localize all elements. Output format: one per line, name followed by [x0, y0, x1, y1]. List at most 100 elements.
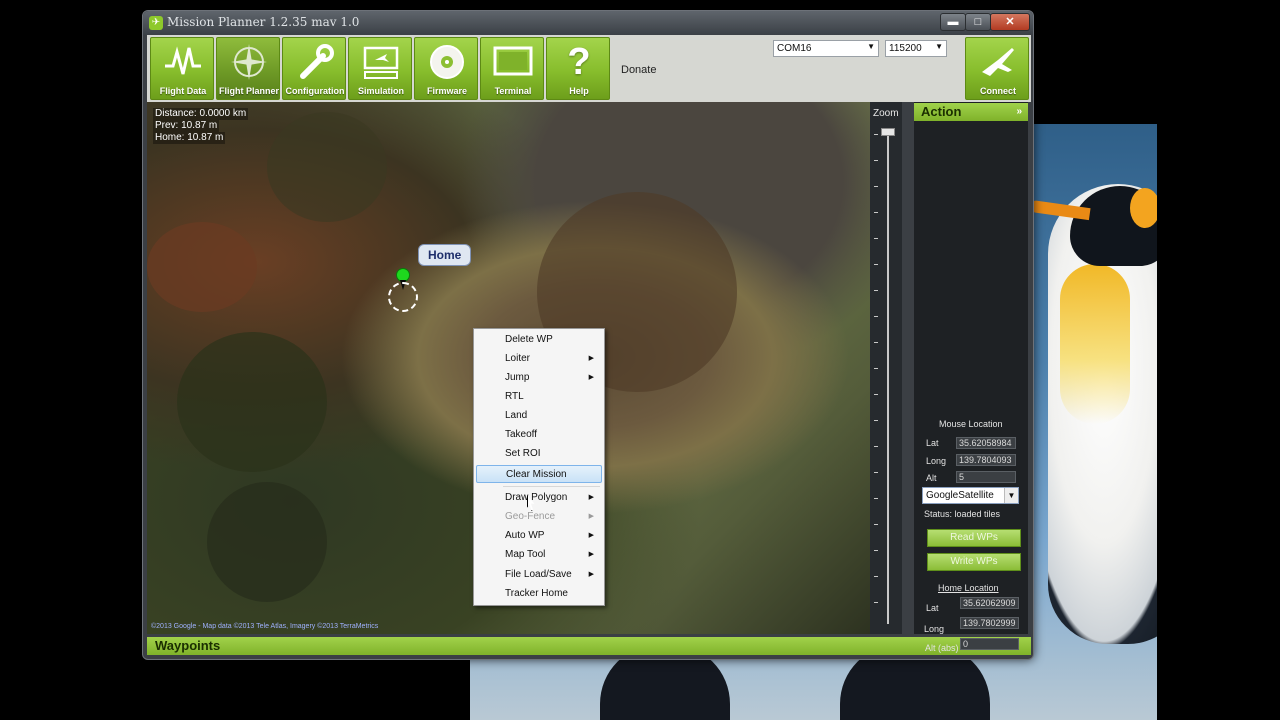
menu-item-map-tool[interactable]: Map Tool ▶ — [476, 546, 602, 564]
map-copyright: ©2013 Google - Map data ©2013 Tele Atlas… — [151, 623, 379, 630]
connect-button[interactable]: Connect — [965, 37, 1029, 100]
map-foliage — [207, 482, 327, 602]
compass-icon — [229, 42, 269, 82]
submenu-arrow-icon: ▶ — [588, 551, 594, 558]
menu-item-takeoff[interactable]: Takeoff — [476, 426, 602, 444]
minimize-button[interactable]: ▬ — [940, 13, 966, 31]
action-title: Action — [921, 104, 962, 119]
zoom-tick — [874, 602, 878, 603]
zoom-tick — [874, 446, 878, 447]
zoom-tick — [874, 368, 878, 369]
menu-item-rtl[interactable]: RTL — [476, 388, 602, 406]
menu-item-land[interactable]: Land — [476, 407, 602, 425]
flight-planner-button[interactable]: Flight Planner — [216, 37, 280, 100]
mouse-long-field[interactable]: 139.7804093 — [956, 454, 1016, 466]
submenu-arrow-icon: ▶ — [588, 532, 594, 539]
simulation-button[interactable]: Simulation — [348, 37, 412, 100]
menu-item-label: Set ROI — [505, 448, 541, 459]
map-type-value: GoogleSatellite — [926, 490, 994, 501]
menu-item-label: Delete WP — [505, 334, 553, 345]
zoom-tick — [874, 420, 878, 421]
waypoints-panel-header[interactable]: Waypoints » — [147, 637, 1031, 655]
prev-distance-text: Prev: 10.87 m — [153, 120, 220, 132]
home-distance-text: Home: 10.87 m — [153, 132, 226, 144]
home-long-label: Long — [924, 624, 945, 634]
wrench-icon — [295, 42, 335, 82]
chevron-down-icon: ▼ — [1004, 488, 1018, 503]
desktop-edge — [1157, 124, 1280, 720]
flight-data-label: Flight Data — [159, 86, 207, 96]
mouse-lat-field[interactable]: 35.62058984 — [956, 437, 1016, 449]
submenu-arrow-icon: ▶ — [588, 374, 594, 381]
chevron-down-icon: ▼ — [935, 42, 943, 51]
firmware-button[interactable]: Firmware — [414, 37, 478, 100]
com-port-select[interactable]: COM16 ▼ — [773, 40, 879, 57]
terminal-button[interactable]: Terminal — [480, 37, 544, 100]
menu-item-clear-mission[interactable]: Clear Mission — [476, 465, 602, 483]
map-status-text: Status: loaded tiles — [924, 509, 1001, 519]
plane-plug-icon — [978, 42, 1018, 82]
menu-item-auto-wp[interactable]: Auto WP ▶ — [476, 527, 602, 545]
menu-item-jump[interactable]: Jump ▶ — [476, 369, 602, 387]
zoom-tick — [874, 212, 878, 213]
collapse-icon[interactable]: » — [1016, 103, 1022, 121]
mouse-long-label: Long — [926, 456, 947, 466]
zoom-tick — [874, 160, 878, 161]
home-location-link[interactable]: Home Location — [938, 583, 999, 593]
home-tooltip: Home — [418, 244, 472, 266]
menu-item-label: Tracker Home — [505, 588, 568, 599]
menu-item-delete-wp[interactable]: Delete WP — [476, 331, 602, 349]
simulation-label: Simulation — [357, 86, 404, 96]
terminal-icon — [493, 42, 533, 82]
baud-rate-select[interactable]: 115200 ▼ — [885, 40, 947, 57]
menu-item-geo-fence: Geo-Fence ▶ — [476, 508, 602, 526]
home-alt-field[interactable]: 0 — [960, 638, 1019, 650]
home-marker-icon[interactable] — [396, 268, 410, 282]
connect-label: Connect — [980, 86, 1016, 96]
baud-rate-value: 115200 — [889, 43, 922, 54]
window-title: Mission Planner 1.2.35 mav 1.0 — [167, 15, 360, 29]
home-lat-field[interactable]: 35.62062909 — [960, 597, 1019, 609]
app-icon: ✈ — [149, 16, 163, 30]
close-button[interactable]: ✕ — [990, 13, 1030, 31]
menu-item-label: Geo-Fence — [505, 511, 556, 522]
zoom-slider-handle[interactable] — [881, 128, 895, 136]
zoom-tick — [874, 134, 878, 135]
menu-item-label: Takeoff — [505, 429, 538, 440]
zoom-panel: Zoom — [870, 102, 902, 634]
zoom-slider[interactable] — [887, 132, 889, 624]
write-wps-button[interactable]: Write WPs — [927, 553, 1021, 571]
maximize-button[interactable]: □ — [965, 13, 991, 31]
home-radius-circle — [388, 282, 418, 312]
mouse-alt-field[interactable]: 5 — [956, 471, 1016, 483]
main-toolbar: Flight Data Flight Planner Configuration… — [147, 35, 1031, 102]
question-icon: ? — [567, 41, 591, 83]
zoom-tick — [874, 498, 878, 499]
menu-item-draw-polygon[interactable]: Draw Polygon ▶ — [476, 489, 602, 507]
donate-link[interactable]: Donate — [621, 64, 656, 76]
title-bar[interactable]: ✈ Mission Planner 1.2.35 mav 1.0 ▬ □ ✕ — [143, 11, 1033, 35]
menu-item-file-load-save[interactable]: File Load/Save ▶ — [476, 566, 602, 584]
submenu-arrow-icon: ▶ — [588, 494, 594, 501]
zoom-tick — [874, 238, 878, 239]
disc-icon — [427, 42, 467, 82]
action-header[interactable]: Action » — [914, 103, 1028, 121]
map-foliage — [147, 222, 257, 312]
read-wps-button[interactable]: Read WPs — [927, 529, 1021, 547]
zoom-tick — [874, 550, 878, 551]
zoom-tick — [874, 186, 878, 187]
home-long-field[interactable]: 139.7802999 — [960, 617, 1019, 629]
zoom-tick — [874, 290, 878, 291]
menu-item-label: Land — [505, 410, 528, 421]
mouse-alt-label: Alt — [926, 473, 937, 483]
menu-item-set-roi[interactable]: Set ROI — [476, 445, 602, 463]
menu-item-label: Clear Mission — [506, 469, 567, 480]
configuration-button[interactable]: Configuration — [282, 37, 346, 100]
map-type-select[interactable]: GoogleSatellite ▼ — [922, 487, 1019, 504]
menu-item-tracker-home[interactable]: Tracker Home — [476, 585, 602, 603]
zoom-tick — [874, 394, 878, 395]
help-button[interactable]: ? Help — [546, 37, 610, 100]
flight-data-button[interactable]: Flight Data — [150, 37, 214, 100]
chevron-down-icon: ▼ — [867, 42, 875, 51]
menu-item-loiter[interactable]: Loiter ▶ — [476, 350, 602, 368]
